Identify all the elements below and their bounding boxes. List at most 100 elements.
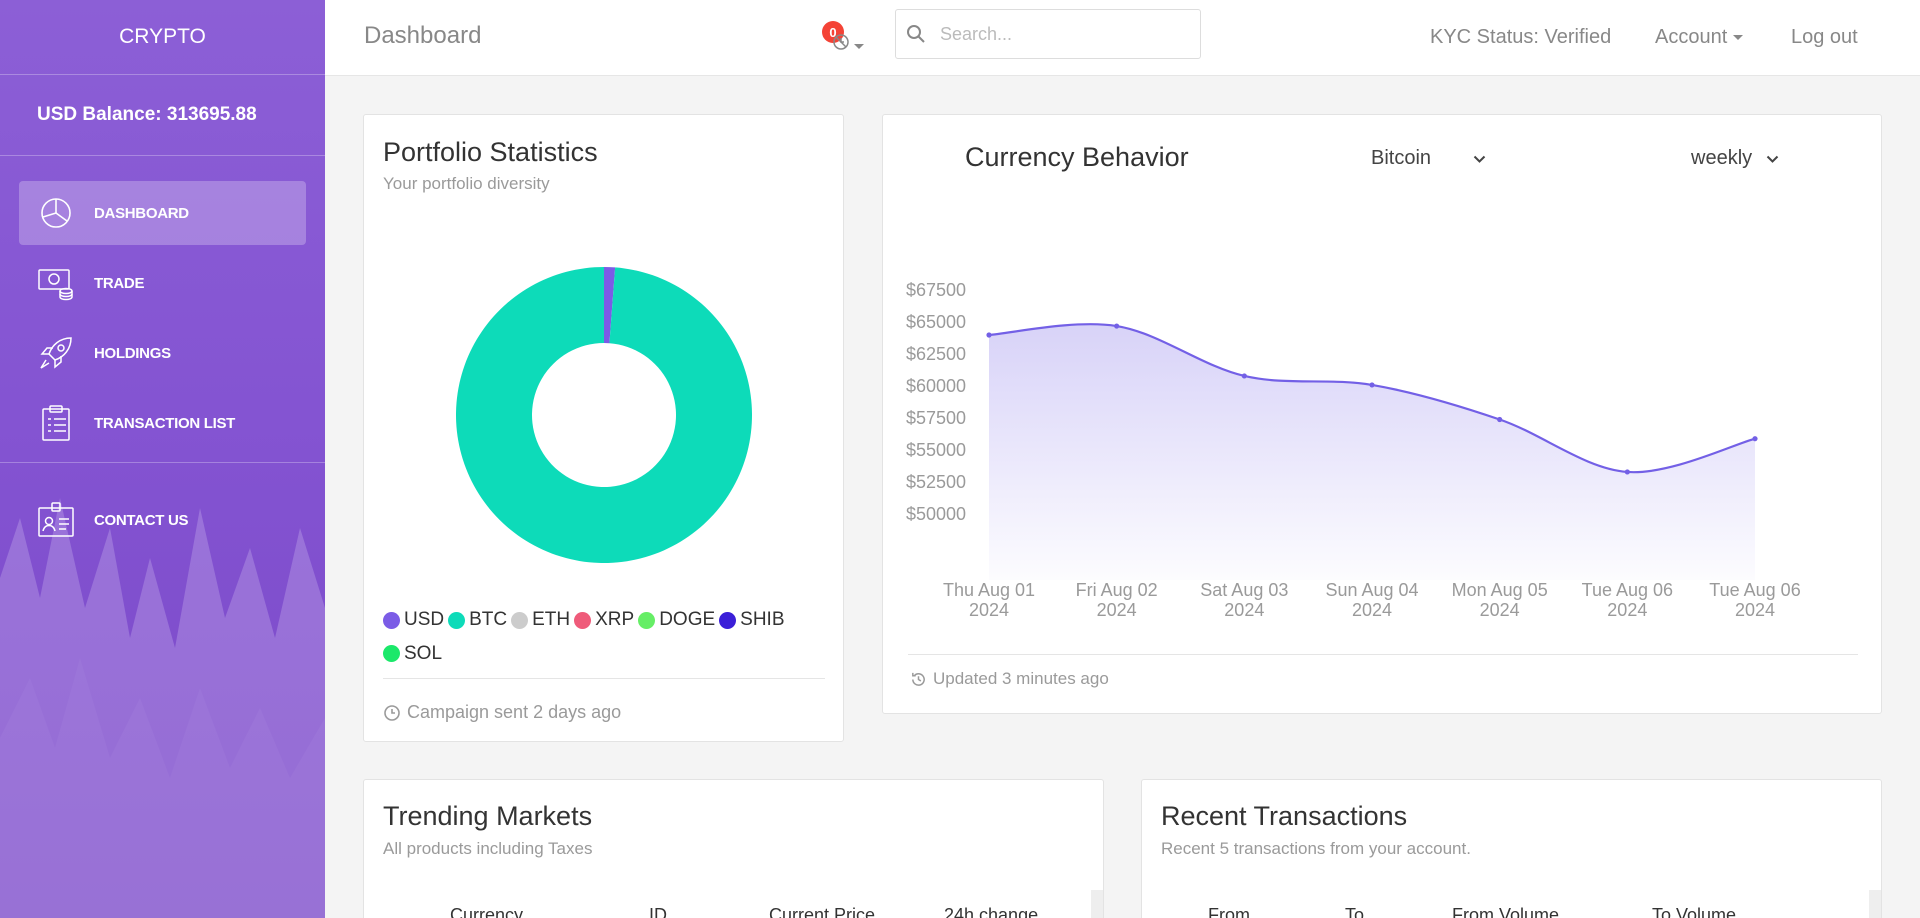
x-tick-label: Sat Aug 03 2024 [1200,580,1288,620]
chevron-down-icon [1733,35,1744,41]
legend-item-shib[interactable]: SHIB [719,605,785,635]
clock-icon [383,704,401,722]
card-footer: Updated 3 minutes ago [910,669,1109,689]
x-tick-label: Tue Aug 06 2024 [1709,580,1800,620]
data-point[interactable] [1241,373,1247,379]
column-header-24h-change[interactable]: 24h change [944,905,1038,918]
sidebar-item-dashboard[interactable]: DASHBOARD [19,181,306,245]
sidebar-item-label: DASHBOARD [94,204,189,222]
column-header-currency[interactable]: Currency [450,905,523,918]
legend-item-usd[interactable]: USD [383,605,444,635]
sidebar-item-label: CONTACT US [94,511,189,529]
data-point[interactable] [1752,436,1758,442]
portfolio-donut-chart [455,267,752,563]
legend-item-btc[interactable]: BTC [448,605,507,635]
legend-item-sol[interactable]: SOL [383,639,442,669]
data-point[interactable] [1624,469,1630,475]
y-tick-label: $65000 [906,312,966,332]
legend-item-xrp[interactable]: XRP [574,605,634,635]
currency-line-chart: $50000 $52500 $55000 $57500 $60000 $62500 $650… [906,280,1801,620]
legend-swatch [719,611,737,629]
y-tick-label: $67500 [906,280,966,300]
legend-item-doge[interactable]: DOGE [638,605,715,635]
chart-legend: USD BTC ETH XRP DOGE SHIB SOL [383,605,833,672]
period-select[interactable]: weekly [1691,147,1779,170]
coin-select-value: Bitcoin [1371,147,1432,169]
y-tick-label: $57500 [906,408,966,428]
money-coins-icon [38,265,74,301]
data-point[interactable] [1497,416,1503,423]
y-tick-label: $60000 [906,376,966,396]
legend-label: ETH [532,609,571,630]
card-title: Recent Transactions [1161,801,1408,831]
data-point[interactable] [1114,323,1120,329]
sidebar-item-transaction-list[interactable]: TRANSACTION LIST [19,391,306,455]
card-divider [908,654,1858,655]
card-title: Currency Behavior [965,142,1189,172]
account-label: Account [1655,26,1728,48]
column-header-from[interactable]: From [1208,905,1250,918]
usd-balance: USD Balance: 313695.88 [0,75,325,156]
column-header-current-price[interactable]: Current Price [769,905,875,918]
notification-icon [832,32,852,57]
legend-swatch [383,645,400,662]
card-divider [383,678,825,679]
kyc-status-link[interactable]: KYC Status: Verified [1430,26,1611,49]
portfolio-statistics-card: Portfolio Statistics Your portfolio dive… [363,114,844,742]
donut-slice-btc[interactable] [455,267,752,563]
history-icon [910,671,927,688]
x-tick-label: Sun Aug 04 2024 [1325,580,1418,620]
search-box [895,9,1201,59]
area-fill [989,324,1755,580]
card-footer-text: Campaign sent 2 days ago [407,702,622,722]
brand-logo[interactable]: CRYPTO [0,0,325,75]
chevron-down-icon [1766,147,1779,170]
card-subtitle: Recent 5 transactions from your account. [1161,839,1471,858]
trending-markets-card: Trending Markets All products including … [363,779,1104,918]
legend-label: DOGE [659,609,716,630]
column-header-to-volume[interactable]: To Volume [1652,905,1736,918]
x-tick-label: Fri Aug 02 2024 [1076,580,1158,620]
period-select-value: weekly [1691,147,1753,169]
logout-link[interactable]: Log out [1791,26,1858,49]
y-tick-label: $50000 [906,504,966,524]
y-tick-label: $52500 [906,472,966,492]
column-header-id[interactable]: ID [649,905,667,918]
sidebar-item-holdings[interactable]: HOLDINGS [19,321,306,385]
chevron-down-icon [1473,147,1486,170]
sidebar-item-label: HOLDINGS [94,344,171,362]
legend-label: SOL [404,642,443,664]
y-tick-label: $62500 [906,344,966,364]
card-subtitle: All products including Taxes [383,839,593,858]
legend-swatch [638,611,656,629]
table-scrollbar[interactable] [1869,890,1881,918]
legend-label: SHIB [740,609,785,630]
sidebar-item-contact-us[interactable]: CONTACT US [19,488,306,552]
legend-item-eth[interactable]: ETH [511,605,570,635]
legend-label: XRP [595,609,635,630]
account-dropdown[interactable]: Account [1655,26,1744,49]
recent-transactions-card: Recent Transactions Recent 5 transaction… [1141,779,1882,918]
coin-select[interactable]: Bitcoin [1371,147,1486,170]
sidebar-nav-secondary: CONTACT US [0,488,325,558]
page-title: Dashboard [364,22,482,49]
column-header-to[interactable]: To [1345,905,1364,918]
notifications-dropdown[interactable]: 0 [822,21,864,58]
search-icon [906,24,926,44]
x-tick-label: Thu Aug 01 2024 [943,580,1035,620]
chevron-down-icon [854,44,864,49]
table-scrollbar[interactable] [1091,890,1103,918]
legend-swatch [511,611,529,629]
rocket-icon [38,335,74,371]
legend-label: USD [404,609,445,630]
sidebar-item-trade[interactable]: TRADE [19,251,306,315]
sidebar-nav: DASHBOARD TRADE HOLDINGS TRANSACTION LIS… [0,156,325,455]
search-input[interactable] [940,23,1180,45]
id-badge-icon [38,502,74,538]
data-point[interactable] [1369,382,1375,388]
top-navbar: Dashboard 0 KYC Status: Verified Account… [325,0,1920,76]
column-header-from-volume[interactable]: From Volume [1452,905,1559,918]
legend-label: BTC [469,609,508,630]
data-point[interactable] [986,332,992,338]
card-footer: Campaign sent 2 days ago [383,702,621,723]
